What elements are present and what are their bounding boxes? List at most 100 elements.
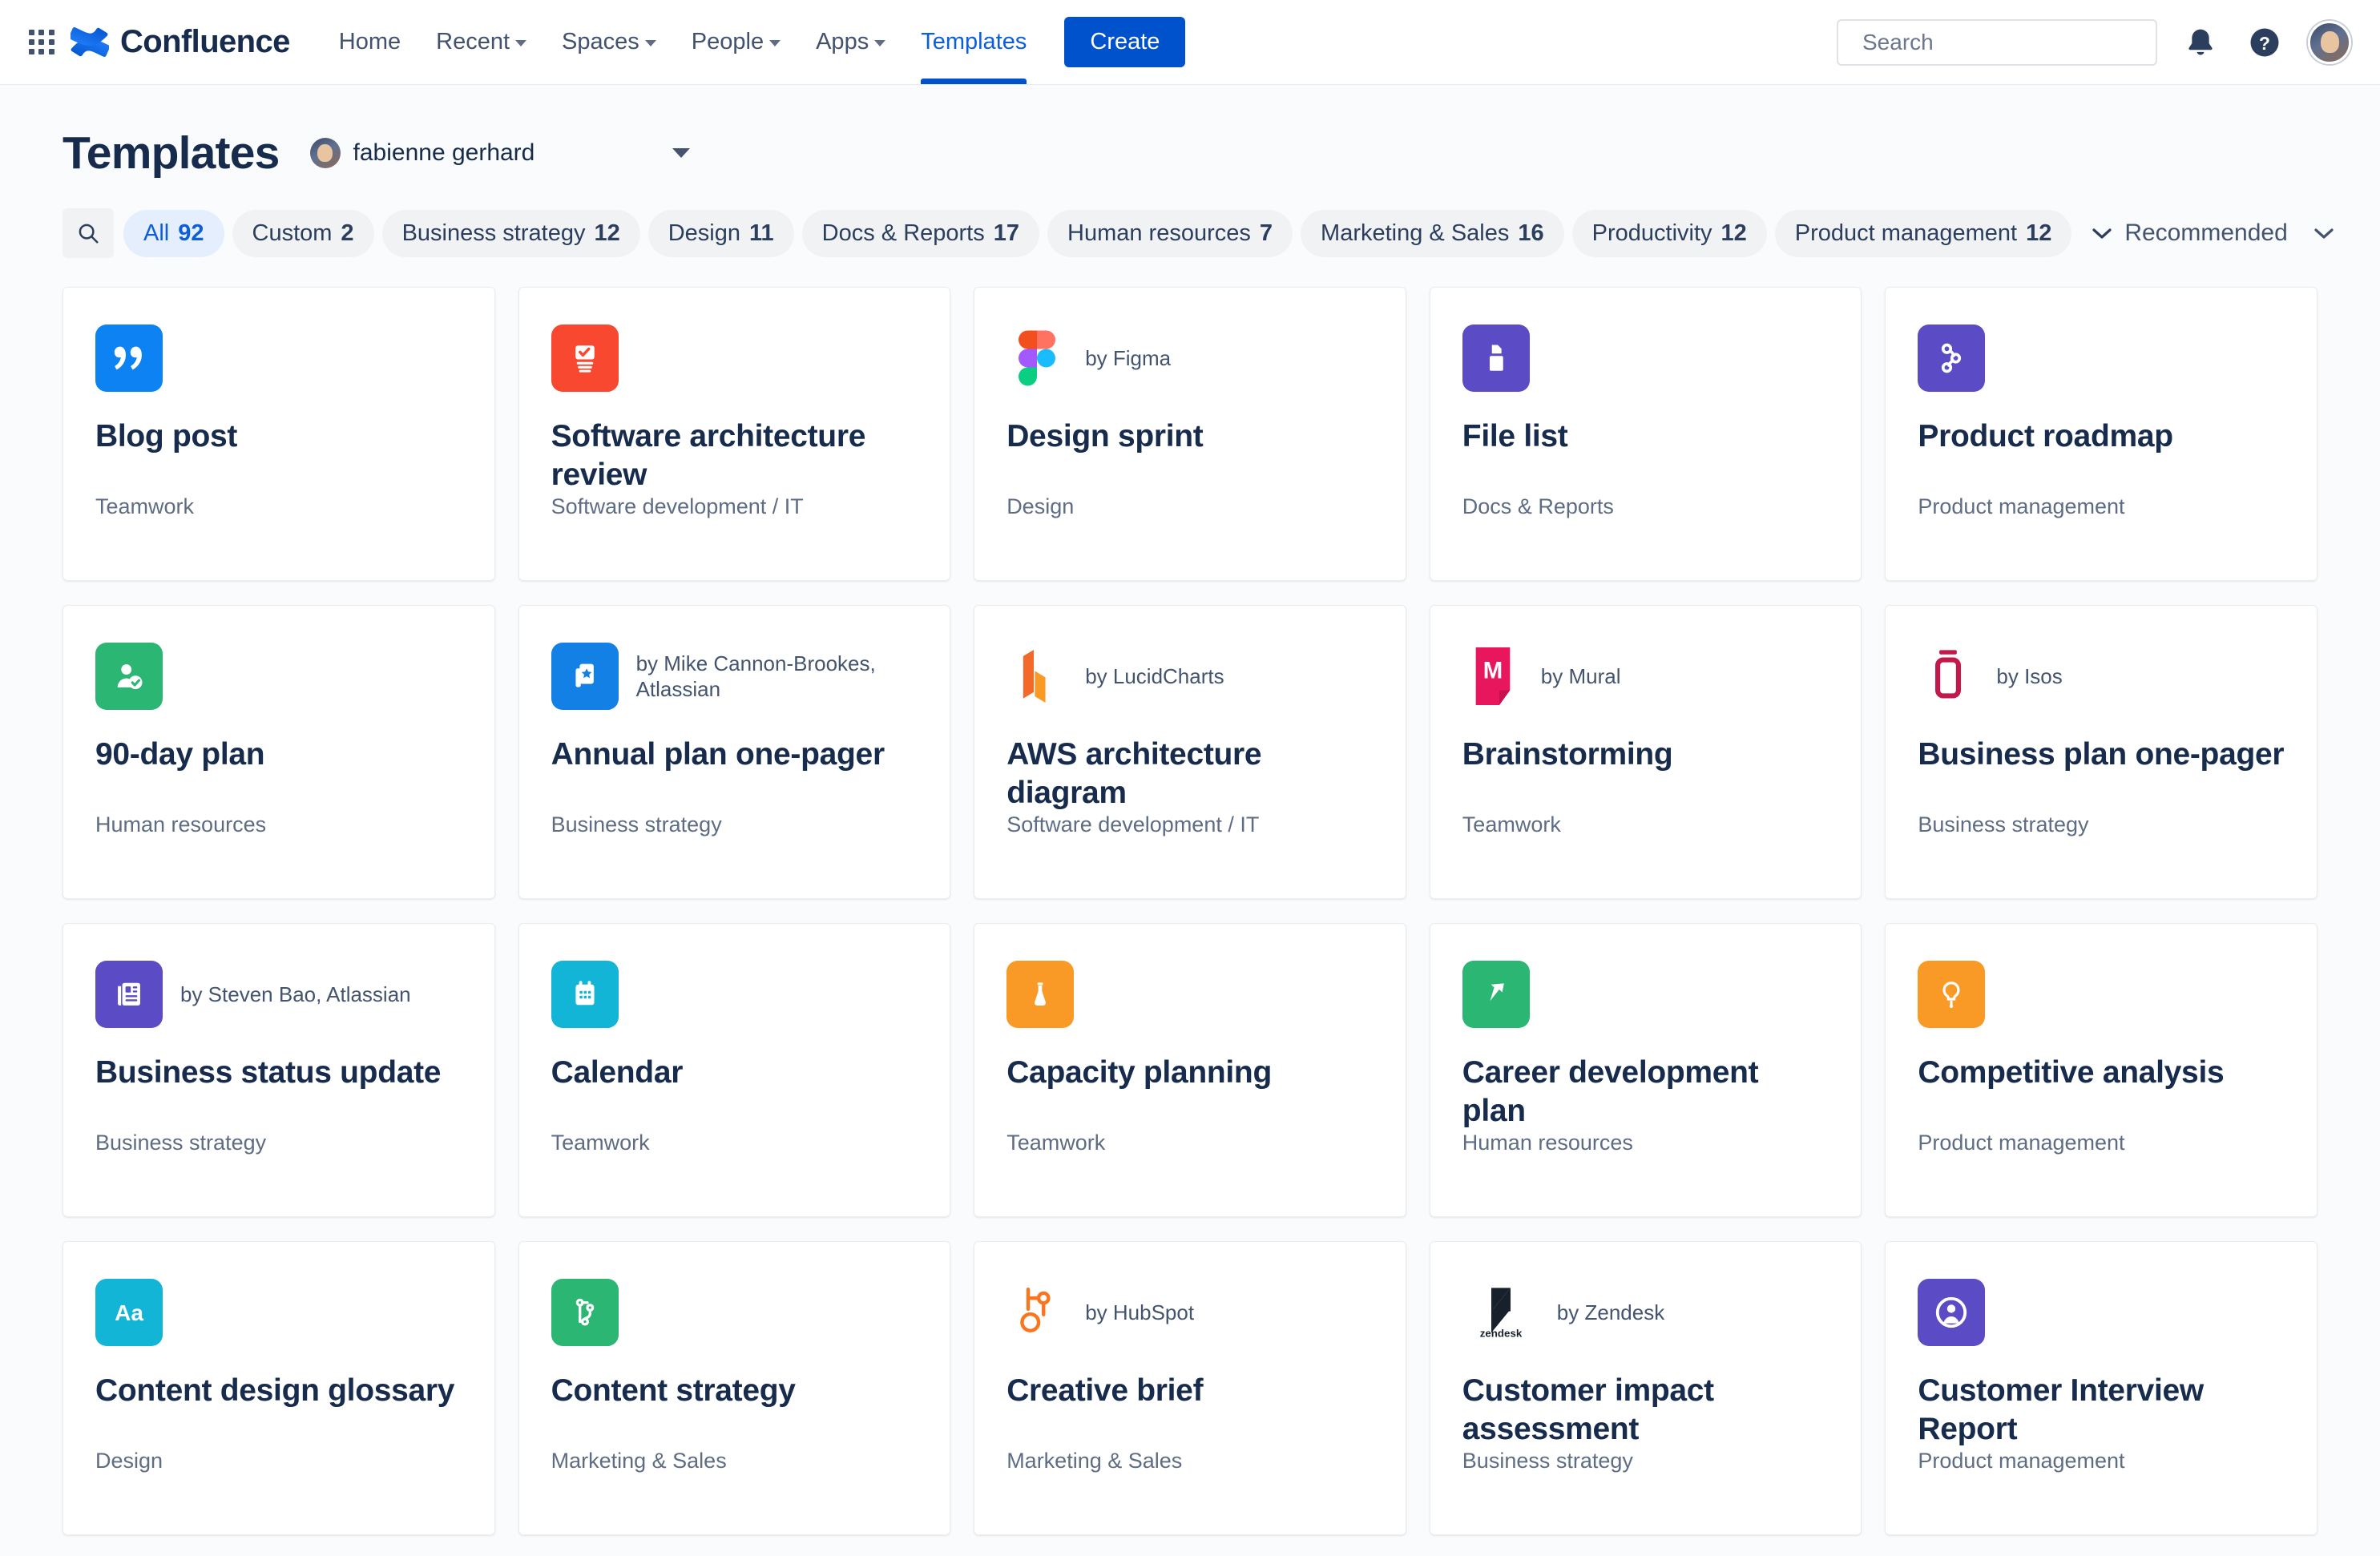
card-title: Content design glossary (95, 1373, 455, 1408)
person-check-icon (95, 643, 163, 710)
chevron-down-icon (2092, 228, 2112, 239)
template-card[interactable]: Capacity planning Teamwork (974, 923, 1406, 1217)
chevron-down-icon (769, 40, 781, 46)
more-filters-button[interactable] (2079, 211, 2124, 256)
bell-glyph (2188, 29, 2213, 55)
nav-item-spaces[interactable]: Spaces (547, 0, 672, 84)
filter-search-button[interactable] (63, 208, 114, 258)
template-card[interactable]: Competitive analysis Product management (1885, 923, 2317, 1217)
card-category: Human resources (95, 812, 267, 836)
template-owner[interactable]: fabienne gerhard (309, 138, 535, 168)
newspaper-icon (95, 961, 163, 1028)
isos-glyph (1935, 650, 1962, 699)
folder-file-icon (1462, 325, 1530, 392)
help-question-icon[interactable]: ? (2244, 22, 2285, 63)
zendesk-glyph: zendesk (1479, 1288, 1523, 1340)
sort-label: Recommended (2124, 220, 2288, 246)
filter-chip-business-strategy[interactable]: Business strategy 12 (381, 209, 640, 257)
nav-item-people[interactable]: People (676, 0, 796, 84)
template-card[interactable]: Product roadmap Product management (1885, 287, 2317, 581)
filter-chip-product-management[interactable]: Product management 12 (1774, 209, 2072, 257)
confluence-brand-link[interactable]: Confluence (71, 23, 290, 62)
filter-chip-human-resources[interactable]: Human resources 7 (1047, 209, 1293, 257)
card-top: Aa (95, 1276, 462, 1349)
template-card[interactable]: Aa Content design glossary Design (63, 1241, 495, 1535)
chip-label: All (143, 220, 170, 246)
card-title: Customer impact assessment (1462, 1373, 1714, 1446)
card-top (1918, 1276, 2285, 1349)
card-category: Business strategy (551, 812, 722, 836)
card-top (1918, 321, 2285, 395)
notifications-bell-icon[interactable] (2180, 22, 2221, 63)
filter-chip-all[interactable]: All 92 (123, 209, 224, 257)
templates-grid: Blog post Teamwork Software architecture… (59, 287, 2321, 1535)
card-top: by Figma (1006, 321, 1374, 395)
card-category: Human resources (1462, 1131, 1633, 1155)
nav-item-label: Home (338, 29, 401, 54)
card-top: by LucidCharts (1006, 639, 1374, 713)
global-search-box[interactable] (1837, 18, 2157, 66)
template-card[interactable]: Career development plan Human resources (1429, 923, 1862, 1217)
card-title: Business status update (95, 1055, 442, 1090)
chip-count: 16 (1518, 220, 1544, 246)
chevron-down-icon[interactable] (672, 148, 691, 158)
filter-chip-custom[interactable]: Custom 2 (232, 209, 374, 257)
roadmap-glyph (1942, 343, 1962, 373)
card-category: Teamwork (1462, 812, 1561, 836)
filter-chip-marketing-sales[interactable]: Marketing & Sales 16 (1301, 209, 1564, 257)
template-card[interactable]: M by Mural Brainstorming Teamwork (1429, 605, 1862, 899)
card-top: M by Mural (1462, 639, 1829, 713)
template-card[interactable]: Calendar Teamwork (518, 923, 951, 1217)
person-check-glyph (117, 664, 143, 690)
figma-glyph (1019, 330, 1056, 386)
card-title: Capacity planning (1006, 1055, 1272, 1090)
chip-count: 2 (341, 220, 354, 246)
card-category: Product management (1918, 1449, 2125, 1473)
card-title: Customer Interview Report (1918, 1373, 2204, 1446)
template-card[interactable]: by Isos Business plan one-pager Business… (1885, 605, 2317, 899)
calendar-glyph (575, 981, 595, 1006)
user-avatar[interactable] (2308, 20, 2351, 64)
template-card[interactable]: Software architecture review Software de… (518, 287, 951, 581)
hubspot-logo-icon (1006, 1279, 1067, 1346)
card-byline: by Isos (1996, 663, 2063, 688)
chip-count: 12 (1720, 220, 1747, 246)
person-circle-icon (1918, 1279, 1986, 1346)
owner-name: fabienne gerhard (353, 139, 535, 166)
card-category: Marketing & Sales (551, 1449, 727, 1473)
card-title: Competitive analysis (1918, 1055, 2225, 1090)
card-title: Business plan one-pager (1918, 737, 2285, 772)
template-card[interactable]: Customer Interview Report Product manage… (1885, 1241, 2317, 1535)
template-card[interactable]: by HubSpot Creative brief Marketing & Sa… (974, 1241, 1406, 1535)
card-top (551, 957, 918, 1031)
template-card[interactable]: Blog post Teamwork (63, 287, 495, 581)
template-card[interactable]: by Steven Bao, Atlassian Business status… (63, 923, 495, 1217)
checklist-document-icon (551, 325, 619, 392)
template-card[interactable]: by Mike Cannon-Brookes, Atlassian Annual… (518, 605, 951, 899)
mural-glyph: M (1475, 647, 1511, 705)
template-card[interactable]: by LucidCharts AWS architecture diagram … (974, 605, 1406, 899)
card-byline: by Steven Bao, Atlassian (180, 982, 411, 1006)
nav-item-templates[interactable]: Templates (906, 0, 1042, 84)
nav-item-home[interactable]: Home (324, 0, 416, 84)
branch-flow-icon (551, 1279, 619, 1346)
template-card[interactable]: File list Docs & Reports (1429, 287, 1862, 581)
filter-chip-productivity[interactable]: Productivity 12 (1571, 209, 1767, 257)
quote-glyph (114, 346, 142, 370)
folder-glyph (1489, 345, 1503, 371)
create-button[interactable]: Create (1064, 17, 1186, 67)
app-switcher-icon[interactable] (24, 25, 59, 60)
nav-item-apps[interactable]: Apps (801, 0, 901, 84)
sort-dropdown[interactable]: Recommended (2124, 220, 2343, 247)
nav-item-recent[interactable]: Recent (421, 0, 542, 84)
isos-logo-icon (1918, 643, 1979, 710)
card-title: Product roadmap (1918, 419, 2173, 453)
arrow-glyph (1490, 983, 1504, 1002)
template-card[interactable]: by Figma Design sprint Design (974, 287, 1406, 581)
template-card[interactable]: 90-day plan Human resources (63, 605, 495, 899)
template-card[interactable]: Content strategy Marketing & Sales (518, 1241, 951, 1535)
search-input[interactable] (1862, 29, 2152, 55)
template-card[interactable]: zendesk by Zendesk Customer impact asses… (1429, 1241, 1862, 1535)
filter-chip-docs-reports[interactable]: Docs & Reports 17 (801, 209, 1040, 257)
filter-chip-design[interactable]: Design 11 (647, 209, 794, 257)
